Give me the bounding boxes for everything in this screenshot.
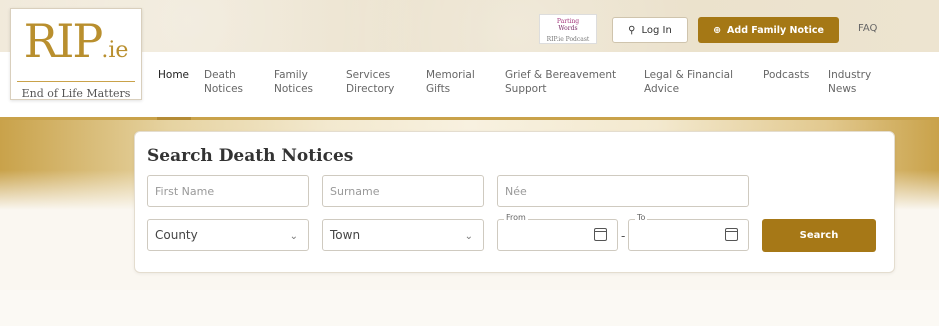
login-button[interactable]: ⚲ Log In xyxy=(612,17,688,43)
from-date-input[interactable]: From xyxy=(497,213,618,251)
nav-grief-support[interactable]: Grief & Bereavement Support xyxy=(505,68,616,96)
chevron-down-icon: ⌄ xyxy=(464,231,473,242)
page-footer-area xyxy=(0,290,939,326)
to-label: To xyxy=(635,213,648,222)
promo-line: RIP.ie Podcast xyxy=(546,36,590,43)
site-logo[interactable]: RIP.ie End of Life Matters xyxy=(10,8,142,100)
search-title: Search Death Notices xyxy=(147,146,354,166)
surname-placeholder: Surname xyxy=(330,184,380,198)
nav-home[interactable]: Home xyxy=(158,68,189,82)
nav-services-directory[interactable]: Services Directory xyxy=(346,68,394,96)
town-value: Town xyxy=(330,228,361,242)
calendar-icon[interactable] xyxy=(594,228,607,241)
page: RIP.ie End of Life Matters Parting Words… xyxy=(0,0,939,326)
nav-legal-financial[interactable]: Legal & Financial Advice xyxy=(644,68,733,96)
parting-words-promo[interactable]: Parting Words RIP.ie Podcast xyxy=(539,14,597,44)
surname-input[interactable]: Surname xyxy=(322,175,484,207)
user-icon: ⚲ xyxy=(628,24,636,36)
nee-placeholder: Née xyxy=(505,184,527,198)
nav-death-notices[interactable]: Death Notices xyxy=(204,68,243,96)
nav-memorial-gifts[interactable]: Memorial Gifts xyxy=(426,68,475,96)
nav-industry-news[interactable]: Industry News xyxy=(828,68,871,96)
county-select[interactable]: County ⌄ xyxy=(147,219,309,251)
nav-podcasts[interactable]: Podcasts xyxy=(763,68,809,82)
calendar-icon[interactable] xyxy=(725,228,738,241)
county-value: County xyxy=(155,228,198,242)
date-separator: - xyxy=(621,229,626,243)
first-name-placeholder: First Name xyxy=(155,184,215,198)
logo-mark: RIP.ie xyxy=(23,14,129,68)
nee-input[interactable]: Née xyxy=(497,175,749,207)
promo-line: Words xyxy=(558,25,578,32)
add-family-notice-button[interactable]: ⊕ Add Family Notice xyxy=(698,17,839,43)
town-select[interactable]: Town ⌄ xyxy=(322,219,484,251)
nav-family-notices[interactable]: Family Notices xyxy=(274,68,313,96)
to-date-input[interactable]: To xyxy=(628,213,749,251)
from-label: From xyxy=(504,213,528,222)
add-notice-label: Add Family Notice xyxy=(727,24,824,36)
search-button[interactable]: Search xyxy=(762,219,876,252)
faq-link[interactable]: FAQ xyxy=(858,23,877,34)
plus-circle-icon: ⊕ xyxy=(713,24,722,36)
promo-line: Parting xyxy=(556,18,580,25)
chevron-down-icon: ⌄ xyxy=(289,231,298,242)
first-name-input[interactable]: First Name xyxy=(147,175,309,207)
login-label: Log In xyxy=(641,24,672,36)
logo-tagline: End of Life Matters xyxy=(17,81,135,100)
